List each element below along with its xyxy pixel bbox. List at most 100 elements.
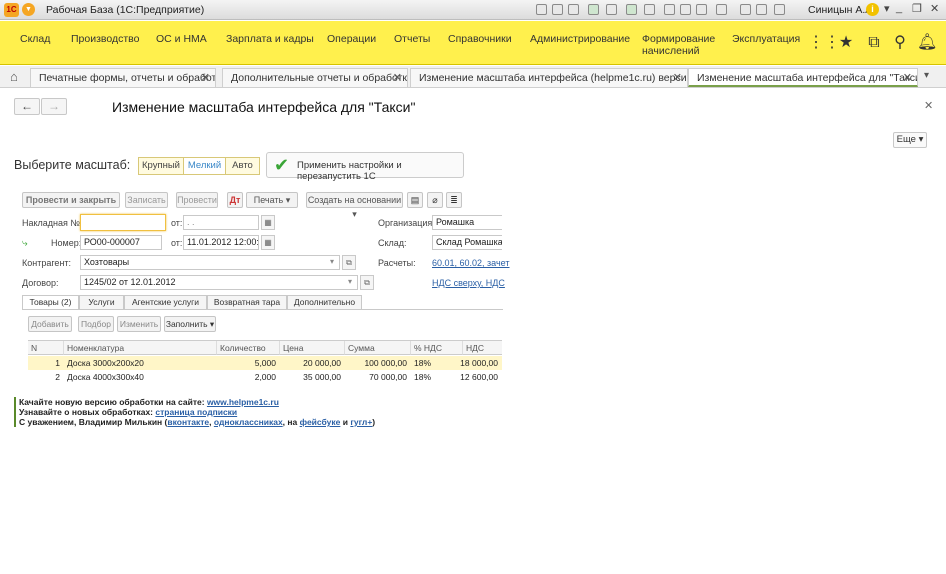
contract-field[interactable]: 1245/02 от 12.01.2012: [80, 275, 358, 290]
tab-services[interactable]: Услуги: [79, 295, 124, 309]
tab-goods[interactable]: Товары (2): [22, 295, 79, 309]
settlements-link[interactable]: 60.01, 60.02, зачет: [432, 258, 510, 268]
warehouse-field[interactable]: Склад Ромашка: [432, 235, 502, 250]
close-icon[interactable]: ✕: [924, 99, 933, 112]
column-header[interactable]: Количество: [217, 341, 280, 355]
fill-button[interactable]: Заполнить ▾: [164, 316, 216, 332]
save-button[interactable]: Записать: [125, 192, 168, 208]
post-button[interactable]: Провести: [176, 192, 218, 208]
table-row[interactable]: 2 Доска 4000х300х40 2,000 35 000,00 70 0…: [28, 370, 502, 384]
open-icon[interactable]: ⧉: [360, 275, 374, 290]
menu-item-operations[interactable]: Операции: [327, 33, 376, 45]
table-row[interactable]: 1 Доска 3000х200х20 5,000 20 000,00 100 …: [28, 356, 502, 370]
scale-option-auto[interactable]: Авто: [226, 158, 259, 174]
edit-button[interactable]: Изменить: [117, 316, 161, 332]
site-link[interactable]: www.helpme1c.ru: [207, 397, 279, 407]
preview-icon[interactable]: [568, 4, 579, 15]
scale-option-small[interactable]: Мелкий: [184, 158, 226, 174]
organization-field[interactable]: Ромашка: [432, 215, 502, 230]
vk-link[interactable]: вконтакте: [167, 417, 209, 427]
open-icon[interactable]: ⧉: [342, 255, 356, 270]
calendar-icon[interactable]: ▦: [261, 215, 275, 230]
close-icon[interactable]: ✕: [903, 71, 912, 84]
grid-icon[interactable]: [626, 4, 637, 15]
pick-button[interactable]: Подбор: [78, 316, 114, 332]
more-button[interactable]: Еще ▾: [893, 132, 927, 148]
chevron-down-icon[interactable]: ▾: [924, 70, 929, 81]
download-icon[interactable]: [588, 4, 599, 15]
menu-item-administration[interactable]: Администрирование: [530, 33, 630, 45]
print-button[interactable]: Печать ▾: [246, 192, 298, 208]
bell-icon[interactable]: 🔔︎: [917, 33, 937, 53]
number-field[interactable]: РО00-000007: [80, 235, 162, 250]
close-icon[interactable]: ✕: [393, 71, 402, 84]
invoice-number-field[interactable]: [80, 214, 166, 231]
tab-agent-services[interactable]: Агентские услуги: [124, 295, 207, 309]
document-date-field[interactable]: 11.01.2012 12:00:00: [183, 235, 259, 250]
menu-item-catalogs[interactable]: Справочники: [448, 33, 512, 45]
google-plus-link[interactable]: гугл+: [350, 417, 372, 427]
chevron-down-icon[interactable]: ▾: [348, 277, 352, 286]
search-icon[interactable]: ⚲: [890, 33, 910, 53]
list-icon[interactable]: ≣: [446, 192, 462, 208]
memory-m-icon[interactable]: [664, 4, 675, 15]
home-icon[interactable]: ⌂: [10, 69, 18, 84]
post-and-close-button[interactable]: Провести и закрыть: [22, 192, 120, 208]
zoom-icon[interactable]: [716, 4, 727, 15]
tab-scale-version[interactable]: Изменение масштаба интерфейса (helpme1c.…: [410, 68, 688, 87]
close-icon[interactable]: ✕: [673, 71, 682, 84]
menu-item-operation[interactable]: Эксплуатация: [732, 33, 800, 45]
tab-additional-reports[interactable]: Дополнительные отчеты и обработки ✕: [222, 68, 408, 87]
document-icon[interactable]: ▤: [407, 192, 423, 208]
tab-scale-taxi[interactable]: Изменение масштаба интерфейса для "Такси…: [688, 68, 918, 87]
apps-grid-icon[interactable]: ⋮⋮: [808, 33, 840, 53]
calendar-icon[interactable]: [644, 4, 655, 15]
apply-restart-button[interactable]: ✔ Применить настройки и перезапустить 1С: [266, 152, 464, 182]
tab-returnable-packaging[interactable]: Возвратная тара: [207, 295, 287, 309]
tab-print-forms[interactable]: Печатные формы, отчеты и обработки ✕: [30, 68, 216, 87]
close-icon[interactable]: ✕: [201, 71, 210, 84]
column-header[interactable]: N: [28, 341, 64, 355]
column-header[interactable]: % НДС: [411, 341, 463, 355]
column-header[interactable]: Сумма: [345, 341, 411, 355]
menu-item-accruals[interactable]: Формирование начислений: [642, 33, 722, 57]
chevron-down-icon[interactable]: ▾: [330, 257, 334, 266]
subscription-link[interactable]: страница подписки: [155, 407, 237, 417]
menu-item-payroll[interactable]: Зарплата и кадры: [226, 33, 314, 45]
history-icon[interactable]: [740, 4, 751, 15]
history-icon[interactable]: ⧉: [864, 33, 884, 53]
counterparty-field[interactable]: Хозтовары: [80, 255, 340, 270]
info-icon[interactable]: i: [866, 3, 879, 16]
add-button[interactable]: Добавить: [28, 316, 72, 332]
panel-icon[interactable]: [756, 4, 767, 15]
tab-additional[interactable]: Дополнительно: [287, 295, 362, 309]
attachment-icon[interactable]: ⌀: [427, 192, 443, 208]
memory-plus-icon[interactable]: [680, 4, 691, 15]
star-icon[interactable]: ★: [836, 33, 856, 53]
minimize-icon[interactable]: _: [896, 2, 902, 14]
ok-link[interactable]: одноклассниках: [214, 417, 283, 427]
column-header[interactable]: Номенклатура: [64, 341, 217, 355]
scale-option-large[interactable]: Крупный: [139, 158, 184, 174]
calendar-icon[interactable]: ▦: [261, 235, 275, 250]
memory-minus-icon[interactable]: [696, 4, 707, 15]
vat-link[interactable]: НДС сверху, НДС: [432, 278, 505, 288]
forward-button[interactable]: →: [41, 98, 67, 115]
main-menu-arrow-icon[interactable]: ▼: [22, 3, 35, 16]
column-header[interactable]: НДС: [463, 341, 502, 355]
dropdown-icon[interactable]: ▾: [884, 2, 890, 15]
menu-icon[interactable]: [774, 4, 785, 15]
facebook-link[interactable]: фейсбуке: [300, 417, 341, 427]
menu-item-production[interactable]: Производство: [71, 33, 139, 45]
create-based-on-button[interactable]: Создать на основании ▾: [306, 192, 403, 219]
back-button[interactable]: ←: [14, 98, 40, 115]
mail-icon[interactable]: [606, 4, 617, 15]
close-icon[interactable]: ✕: [930, 2, 939, 15]
column-header[interactable]: Цена: [280, 341, 345, 355]
menu-item-fixed-assets[interactable]: ОС и НМА: [156, 33, 207, 45]
print-icon[interactable]: [552, 4, 563, 15]
invoice-date-field[interactable]: . .: [183, 215, 259, 230]
menu-item-reports[interactable]: Отчеты: [394, 33, 430, 45]
menu-item-warehouse[interactable]: Склад: [20, 33, 50, 45]
save-icon[interactable]: [536, 4, 547, 15]
